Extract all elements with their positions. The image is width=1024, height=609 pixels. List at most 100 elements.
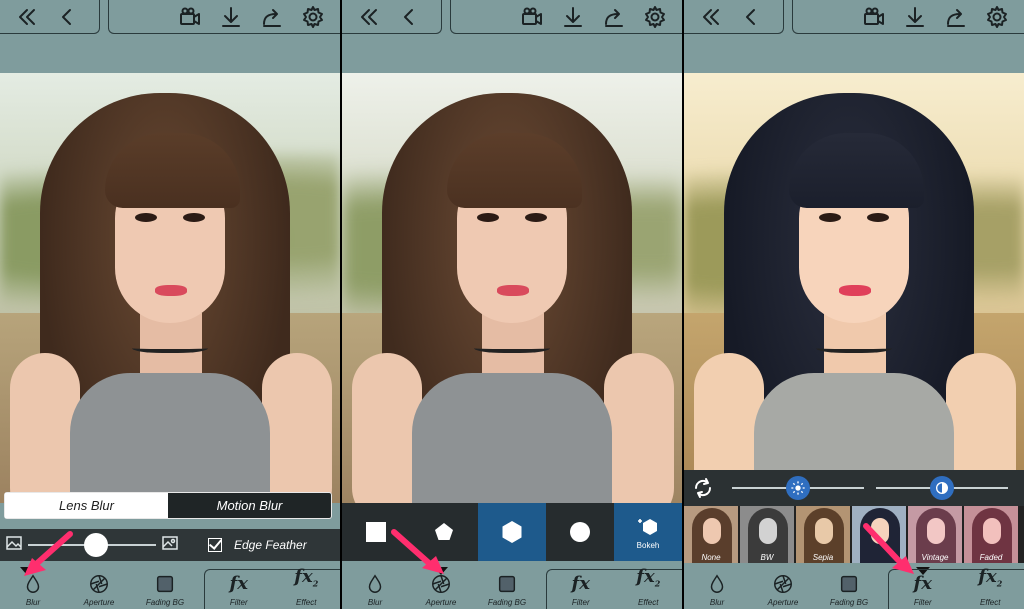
screenshot-stage: Lens Blur Motion Blur Edge Feather Blur	[0, 0, 1024, 609]
drop-icon	[368, 574, 382, 593]
hexagon-shape-option[interactable]	[478, 503, 546, 561]
tab-fading-bg[interactable]: Fading BG	[817, 567, 881, 609]
contrast-slider[interactable]	[876, 476, 1008, 500]
gear-icon[interactable]	[984, 4, 1010, 30]
gear-icon[interactable]	[642, 4, 668, 30]
panel-blur: Lens Blur Motion Blur Edge Feather Blur	[0, 0, 340, 609]
square-shape-icon	[366, 522, 386, 542]
bokeh-label: Bokeh	[636, 540, 660, 550]
drop-icon	[26, 574, 40, 593]
tools-box	[108, 0, 340, 34]
tab-blur[interactable]: Blur	[343, 567, 407, 609]
nav-box	[684, 0, 784, 34]
circle-shape-option[interactable]	[546, 503, 614, 561]
filter-thumb[interactable]: Sepia	[796, 506, 850, 563]
chevron-left-icon[interactable]	[54, 4, 80, 30]
bottom-toolbar: Blur Aperture Fading BG fx Filter fx2 Ef…	[342, 566, 682, 609]
filter-thumb[interactable]: Faded	[964, 506, 1018, 563]
square-shape-option[interactable]	[342, 503, 410, 561]
video-camera-icon[interactable]	[177, 4, 203, 30]
brightness-knob[interactable]	[786, 476, 810, 500]
brightness-slider[interactable]	[732, 476, 864, 500]
filter-thumb[interactable]: None	[684, 506, 738, 563]
photo-preview[interactable]	[342, 73, 682, 503]
panel-aperture: Bokeh Blur Aperture Fading BG fx Filter …	[342, 0, 682, 609]
tab-filter[interactable]: fx Filter	[207, 570, 271, 609]
aperture-icon	[774, 575, 792, 593]
tab-aperture[interactable]: Aperture	[409, 567, 473, 609]
download-icon[interactable]	[560, 4, 586, 30]
double-chevron-left-icon[interactable]	[14, 4, 40, 30]
top-bar	[342, 0, 682, 36]
download-icon[interactable]	[218, 4, 244, 30]
blur-strength-slider[interactable]	[28, 533, 156, 557]
aperture-icon	[432, 575, 450, 593]
tab-aperture[interactable]: Aperture	[751, 567, 815, 609]
bokeh-icon	[638, 518, 657, 535]
video-camera-icon[interactable]	[519, 4, 545, 30]
fx-effect-icon: fx2	[294, 566, 319, 589]
blur-strength-thumb[interactable]	[84, 533, 108, 557]
tab-effect[interactable]: fx2 Effect	[616, 566, 680, 609]
filter-strip: None BW Sepia Vintage Faded	[684, 506, 1024, 563]
image-small-icon	[6, 535, 22, 556]
filter-thumb[interactable]: Vintage	[908, 506, 962, 563]
lens-blur-button[interactable]: Lens Blur	[5, 493, 168, 518]
tab-effect[interactable]: fx2 Effect	[958, 566, 1022, 609]
image-large-icon	[162, 535, 178, 556]
fx-icon: fx	[571, 573, 590, 594]
circle-shape-icon	[570, 522, 590, 542]
tab-aperture[interactable]: Aperture	[67, 567, 131, 609]
edge-feather-checkbox[interactable]	[208, 538, 222, 552]
double-chevron-left-icon[interactable]	[698, 4, 724, 30]
filter-thumb[interactable]	[852, 506, 906, 563]
tools-box	[792, 0, 1024, 34]
tab-filter[interactable]: fx Filter	[891, 570, 955, 609]
pentagon-shape-option[interactable]	[410, 503, 478, 561]
reset-icon[interactable]	[690, 475, 716, 501]
tab-effect[interactable]: fx2 Effect	[274, 566, 338, 609]
fx-icon: fx	[913, 573, 932, 594]
motion-blur-button[interactable]: Motion Blur	[168, 493, 331, 518]
tab-fading-bg[interactable]: Fading BG	[133, 567, 197, 609]
edge-feather-label: Edge Feather	[234, 538, 307, 552]
hexagon-shape-icon	[502, 521, 522, 543]
aperture-icon	[90, 575, 108, 593]
tab-filter[interactable]: fx Filter	[549, 570, 613, 609]
photo-preview[interactable]	[684, 73, 1024, 503]
top-bar	[0, 0, 340, 36]
fx-icon: fx	[229, 573, 248, 594]
share-icon[interactable]	[601, 4, 627, 30]
bottom-toolbar: Blur Aperture Fading BG fx Filter fx2 Ef…	[684, 566, 1024, 609]
top-bar	[684, 0, 1024, 36]
double-chevron-left-icon[interactable]	[356, 4, 382, 30]
tools-box	[450, 0, 682, 34]
share-icon[interactable]	[943, 4, 969, 30]
contrast-icon	[936, 482, 948, 494]
panel-filter: None BW Sepia Vintage Faded Blur Apertur…	[684, 0, 1024, 609]
bokeh-option[interactable]: Bokeh	[614, 503, 682, 561]
aperture-shape-picker: Bokeh	[342, 503, 682, 561]
chevron-left-icon[interactable]	[396, 4, 422, 30]
fx-effect-icon: fx2	[636, 566, 661, 589]
share-icon[interactable]	[259, 4, 285, 30]
sun-icon	[791, 481, 805, 495]
blur-mode-toggle: Lens Blur Motion Blur	[4, 492, 332, 519]
gear-icon[interactable]	[300, 4, 326, 30]
download-icon[interactable]	[902, 4, 928, 30]
filter-thumb[interactable]: BW	[740, 506, 794, 563]
blur-slider-row: Edge Feather	[0, 529, 340, 561]
contrast-knob[interactable]	[930, 476, 954, 500]
tab-fading-bg[interactable]: Fading BG	[475, 567, 539, 609]
tab-blur[interactable]: Blur	[1, 567, 65, 609]
video-camera-icon[interactable]	[861, 4, 887, 30]
drop-icon	[710, 574, 724, 593]
tab-blur[interactable]: Blur	[685, 567, 749, 609]
square-icon	[840, 575, 858, 593]
chevron-left-icon[interactable]	[738, 4, 764, 30]
bottom-toolbar: Blur Aperture Fading BG fx Filter fx2 Ef…	[0, 566, 340, 609]
adjust-row	[684, 470, 1024, 506]
photo-preview[interactable]	[0, 73, 340, 503]
square-icon	[498, 575, 516, 593]
fx-effect-icon: fx2	[978, 566, 1003, 589]
